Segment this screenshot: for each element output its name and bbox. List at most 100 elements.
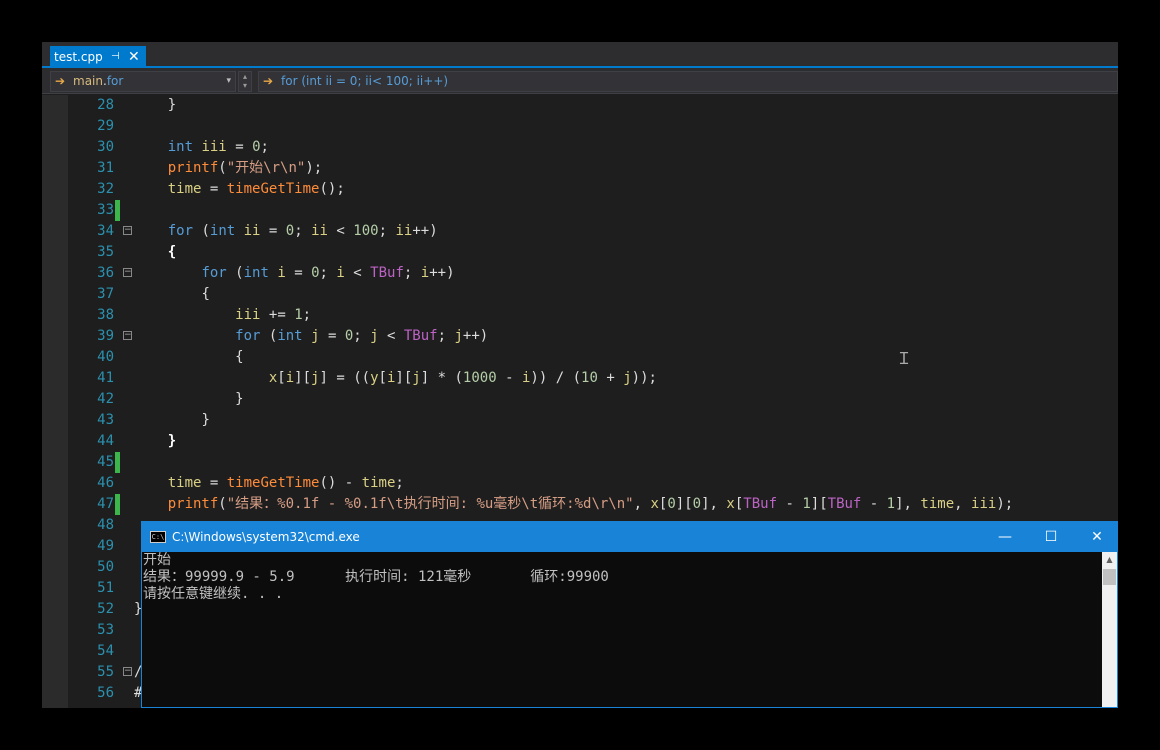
line-number: 48 bbox=[97, 517, 114, 533]
change-marker bbox=[115, 494, 120, 515]
line-number: 52 bbox=[97, 601, 114, 617]
code-line[interactable]: 47 printf("结果：%0.1f - %0.1f\t执行时间: %u毫秒\… bbox=[42, 494, 1118, 515]
line-number: 37 bbox=[97, 286, 114, 302]
code-line[interactable]: 36− for (int i = 0; i < TBuf; i++) bbox=[42, 263, 1118, 284]
member-label: for (int ii = 0; ii< 100; ii++) bbox=[281, 74, 449, 88]
code-line[interactable]: 29 bbox=[42, 116, 1118, 137]
line-number: 30 bbox=[97, 139, 114, 155]
console-window[interactable]: C:\ C:\Windows\system32\cmd.exe — ☐ ✕ 开始… bbox=[141, 521, 1118, 708]
code-line[interactable]: 46 time = timeGetTime() - time; bbox=[42, 473, 1118, 494]
line-number: 33 bbox=[97, 202, 114, 218]
code-line[interactable]: 40 { bbox=[42, 347, 1118, 368]
code-text: } bbox=[167, 433, 177, 449]
code-text: } bbox=[167, 97, 177, 113]
code-line[interactable]: 35 { bbox=[42, 242, 1118, 263]
line-number: 46 bbox=[97, 475, 114, 491]
code-line[interactable]: 33 bbox=[42, 200, 1118, 221]
line-number: 28 bbox=[97, 97, 114, 113]
minimize-button[interactable]: — bbox=[982, 522, 1028, 552]
code-text: for (int j = 0; j < TBuf; j++) bbox=[235, 328, 489, 344]
navigation-bar: ➔ main.for ▾ ▴ ▾ ➔ for (int ii = 0; ii< 1… bbox=[42, 68, 1118, 94]
console-title: C:\Windows\system32\cmd.exe bbox=[172, 530, 360, 544]
code-text: printf("开始\r\n"); bbox=[167, 160, 323, 176]
code-line[interactable]: 41 x[i][j] = ((y[i][j] * (1000 - i)) / (… bbox=[42, 368, 1118, 389]
chevron-down-icon: ▾ bbox=[226, 76, 231, 86]
code-text: x[i][j] = ((y[i][j] * (1000 - i)) / (10 … bbox=[268, 370, 657, 386]
cmd-icon: C:\ bbox=[150, 531, 166, 543]
line-number: 50 bbox=[97, 559, 114, 575]
line-number: 49 bbox=[97, 538, 114, 554]
line-number: 45 bbox=[97, 454, 114, 470]
fold-toggle-icon[interactable]: − bbox=[123, 331, 132, 340]
line-number: 31 bbox=[97, 160, 114, 176]
code-text: for (int i = 0; i < TBuf; i++) bbox=[201, 265, 455, 281]
line-number: 51 bbox=[97, 580, 114, 596]
line-number: 34 bbox=[97, 223, 114, 239]
line-number: 54 bbox=[97, 643, 114, 659]
code-text: printf("结果：%0.1f - %0.1f\t执行时间: %u毫秒\t循环… bbox=[167, 496, 1014, 512]
code-text: } bbox=[235, 391, 244, 407]
code-line[interactable]: 31 printf("开始\r\n"); bbox=[42, 158, 1118, 179]
arrow-right-icon: ➔ bbox=[263, 74, 274, 88]
code-line[interactable]: 28 } bbox=[42, 95, 1118, 116]
code-text: } bbox=[201, 412, 210, 428]
code-text: for (int ii = 0; ii < 100; ii++) bbox=[167, 223, 438, 239]
scope-dropdown[interactable]: ➔ main.for ▾ bbox=[50, 71, 236, 92]
code-line[interactable]: 42 } bbox=[42, 389, 1118, 410]
line-number: 40 bbox=[97, 349, 114, 365]
code-text: { bbox=[235, 349, 244, 365]
scroll-up-icon[interactable]: ▲ bbox=[1102, 552, 1117, 568]
code-line[interactable]: 38 iii += 1; bbox=[42, 305, 1118, 326]
arrow-right-icon: ➔ bbox=[55, 74, 66, 88]
member-dropdown[interactable]: ➔ for (int ii = 0; ii< 100; ii++) bbox=[258, 71, 1118, 92]
line-number: 56 bbox=[97, 685, 114, 701]
code-line[interactable]: 43 } bbox=[42, 410, 1118, 431]
code-line[interactable]: 45 bbox=[42, 452, 1118, 473]
close-icon[interactable]: ✕ bbox=[128, 46, 140, 68]
console-line: 开始 bbox=[143, 552, 171, 568]
tab-test-cpp[interactable]: test.cpp ⊣ ✕ bbox=[50, 46, 146, 68]
code-line[interactable]: 30 int iii = 0; bbox=[42, 137, 1118, 158]
console-titlebar[interactable]: C:\ C:\Windows\system32\cmd.exe — ☐ ✕ bbox=[142, 522, 1117, 552]
maximize-button[interactable]: ☐ bbox=[1028, 522, 1074, 552]
fold-toggle-icon[interactable]: − bbox=[123, 226, 132, 235]
line-number: 44 bbox=[97, 433, 114, 449]
code-line[interactable]: 44 } bbox=[42, 431, 1118, 452]
code-line[interactable]: 32 time = timeGetTime(); bbox=[42, 179, 1118, 200]
tab-label: test.cpp bbox=[54, 50, 103, 64]
line-number: 47 bbox=[97, 496, 114, 512]
change-marker bbox=[115, 200, 120, 221]
code-line[interactable]: 37 { bbox=[42, 284, 1118, 305]
line-number: 35 bbox=[97, 244, 114, 260]
line-number: 32 bbox=[97, 181, 114, 197]
pin-icon[interactable]: ⊣ bbox=[111, 46, 120, 68]
line-number: 36 bbox=[97, 265, 114, 281]
code-line[interactable]: 34− for (int ii = 0; ii < 100; ii++) bbox=[42, 221, 1118, 242]
line-number: 55 bbox=[97, 664, 114, 680]
document-tab-strip: test.cpp ⊣ ✕ bbox=[42, 42, 1118, 68]
code-line[interactable]: 39− for (int j = 0; j < TBuf; j++) bbox=[42, 326, 1118, 347]
code-text: int iii = 0; bbox=[167, 139, 269, 155]
line-number: 38 bbox=[97, 307, 114, 323]
scroll-thumb[interactable] bbox=[1103, 569, 1116, 585]
line-number: 41 bbox=[97, 370, 114, 386]
text-cursor-icon: Ｉ bbox=[896, 349, 913, 368]
console-line: 请按任意键继续. . . bbox=[143, 586, 284, 602]
close-button[interactable]: ✕ bbox=[1074, 522, 1120, 552]
console-scrollbar[interactable]: ▲ bbox=[1102, 552, 1117, 707]
line-number: 39 bbox=[97, 328, 114, 344]
fold-toggle-icon[interactable]: − bbox=[123, 268, 132, 277]
console-line: 结果：99999.9 - 5.9 执行时间: 121毫秒 循环:99900 bbox=[143, 569, 609, 585]
scope-label: main.for bbox=[73, 74, 124, 88]
code-text: { bbox=[167, 244, 177, 260]
change-marker bbox=[115, 452, 120, 473]
split-spinner[interactable]: ▴ ▾ bbox=[238, 71, 252, 92]
fold-toggle-icon[interactable]: − bbox=[123, 667, 132, 676]
line-number: 43 bbox=[97, 412, 114, 428]
line-number: 42 bbox=[97, 391, 114, 407]
console-output[interactable]: 开始 结果：99999.9 - 5.9 执行时间: 121毫秒 循环:99900 请… bbox=[142, 552, 1102, 707]
code-text: iii += 1; bbox=[235, 307, 312, 323]
code-text: time = timeGetTime(); bbox=[167, 181, 345, 197]
line-number: 29 bbox=[97, 118, 114, 134]
code-text: { bbox=[201, 286, 210, 302]
